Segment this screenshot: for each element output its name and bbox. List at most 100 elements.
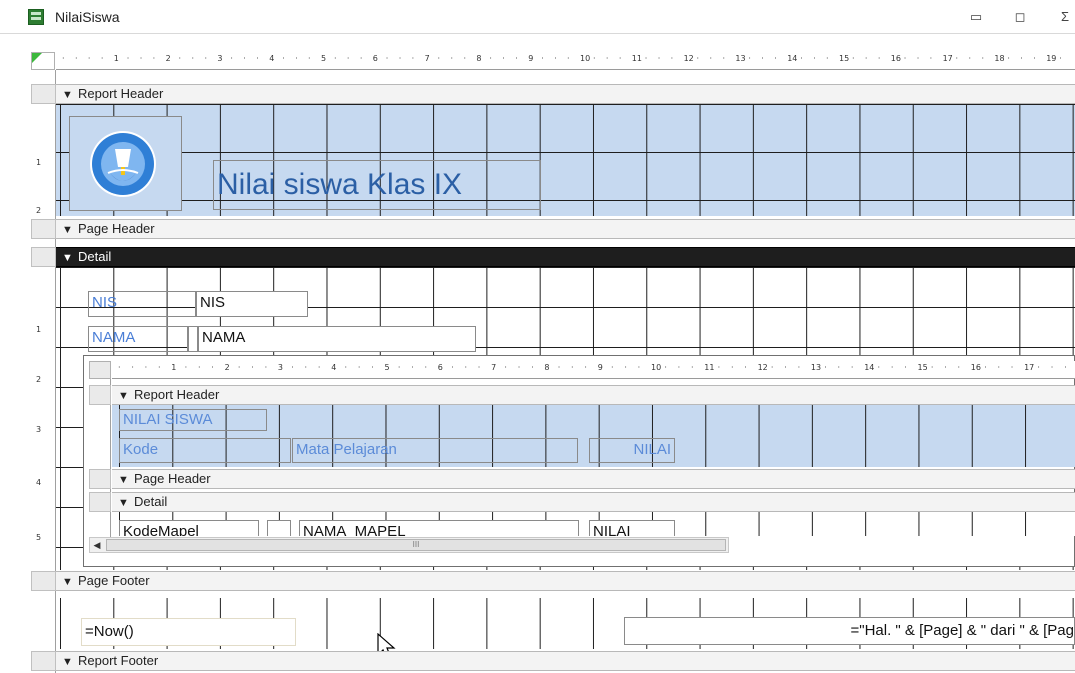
ruler-tick: · <box>424 363 428 372</box>
subreport-header-selector[interactable] <box>89 385 111 405</box>
page-header-bar[interactable]: ▼ Page Header <box>56 219 1075 239</box>
page-footer-area[interactable]: =Now() ="Hal. " & [Page] & " dari " & [P… <box>56 591 1075 649</box>
ruler-tick: · <box>157 363 161 372</box>
nilai-field[interactable]: NILAI <box>589 520 675 536</box>
nama-field[interactable]: NAMA <box>198 326 476 352</box>
subpage-header-bar[interactable]: ▼ Page Header <box>112 469 1075 489</box>
ruler-label: 1 <box>36 325 42 334</box>
ruler-tick: · <box>291 363 294 372</box>
ruler-tick: · <box>398 54 402 63</box>
detail-area[interactable]: NIS NIS NAMA NAMA · · · · 1 · · · 2 · · · 3 · · · 4 · · · 5 ·… <box>56 267 1075 570</box>
ruler-tick: · <box>903 54 907 63</box>
ruler-tick: · <box>605 54 609 63</box>
ruler-tick: · <box>611 363 614 372</box>
subdetail-area[interactable]: KodeMapel NAMA_MAPEL NILAI <box>112 512 1075 536</box>
page-footer-bar[interactable]: ▼ Page Footer <box>56 571 1075 591</box>
nis-label[interactable]: NIS <box>88 291 196 317</box>
report-header-selector[interactable] <box>31 84 56 104</box>
report-selector[interactable] <box>31 52 55 70</box>
ruler-tick: · <box>813 54 816 63</box>
nama-label[interactable]: NAMA <box>88 326 188 352</box>
subdetail-bar[interactable]: ▼ Detail <box>112 492 1075 512</box>
ruler-tick: · <box>304 363 308 372</box>
ruler-tick: · <box>797 363 801 372</box>
subreport-horizontal-scrollbar[interactable]: ◀ III <box>89 537 729 553</box>
ruler-tick: · <box>761 54 764 63</box>
ruler-tick: · <box>463 54 466 63</box>
subreport-title-label[interactable]: NILAI SISWA <box>119 409 267 431</box>
ruler-tick: · <box>670 54 674 63</box>
ruler-label: 5 <box>384 363 390 372</box>
section-arrow-icon: ▼ <box>118 497 129 509</box>
nilai-column-label[interactable]: NILAI <box>589 438 675 463</box>
ruler-label: 3 <box>217 54 223 63</box>
report-title-label[interactable]: Nilai siswa Klas IX <box>213 160 541 210</box>
ruler-tick: · <box>489 54 492 63</box>
page-footer-selector[interactable] <box>31 571 56 591</box>
ruler-tick: · <box>517 363 521 372</box>
subreport-selector[interactable] <box>89 361 111 379</box>
ruler-tick: · <box>139 54 143 63</box>
ruler-label: 4 <box>331 363 337 372</box>
access-report-icon <box>28 9 44 25</box>
ruler-tick: · <box>944 363 947 372</box>
nama-spacer <box>188 326 198 352</box>
ruler-tick: · <box>722 54 725 63</box>
ruler-tick: · <box>371 363 374 372</box>
kode-column-label[interactable]: Kode <box>119 438 291 463</box>
restore-button[interactable]: ◻ <box>1010 8 1030 26</box>
horizontal-ruler[interactable]: · · · · 1 · · · 2 · · · 3 · · · 4 · · · 5 · · · 6 · · · 7 · · · 8 · · · 9 · · ·… <box>56 52 1075 70</box>
section-arrow-icon: ▼ <box>62 656 73 668</box>
detail-label: Detail <box>78 249 112 264</box>
detail-bar[interactable]: ▼ Detail <box>56 247 1075 267</box>
subreport-header-label: Report Header <box>134 387 220 402</box>
ruler-label: 1 <box>171 363 177 372</box>
window-title-bar[interactable]: NilaiSiswa ▭ ◻ Σ <box>0 0 1075 34</box>
page-header-selector[interactable] <box>31 219 56 239</box>
report-header-area[interactable]: Nilai siswa Klas IX <box>56 104 1075 216</box>
page-footer-top-gap <box>56 591 1075 598</box>
detail-selector[interactable] <box>31 247 56 267</box>
ruler-tick: · <box>997 363 1000 372</box>
ruler-tick: · <box>637 363 641 372</box>
ruler-tick: · <box>197 363 201 372</box>
subreport-header-area[interactable]: NILAI SISWA Kode Mata Pelajaran NILAI <box>112 405 1075 467</box>
report-header-bar[interactable]: ▼ Report Header <box>56 84 1075 104</box>
ruler-tick: · <box>826 54 829 63</box>
page-number-expression-field[interactable]: ="Hal. " & [Page] & " dari " & [Pag <box>624 617 1075 645</box>
ruler-tick: · <box>74 54 78 63</box>
subreport-control[interactable]: · · · · 1 · · · 2 · · · 3 · · · 4 · · · 5 · · · 6 · · · 7 · · · 8 · · · 9 · · ·… <box>83 355 1075 567</box>
ruler-label: 17 <box>942 54 953 63</box>
report-footer-bar[interactable]: ▼ Report Footer <box>56 651 1075 671</box>
ruler-label: 15 <box>917 363 928 372</box>
subreport-horizontal-ruler[interactable]: · · · · 1 · · · 2 · · · 3 · · · 4 · · · 5 · · · 6 · · · 7 · · · 8 · · · 9 · · ·… <box>112 361 1075 379</box>
ruler-label: 19 <box>1046 54 1057 63</box>
ruler-tick: · <box>100 54 104 63</box>
ruler-tick: · <box>774 54 777 63</box>
ruler-tick: · <box>571 363 574 372</box>
scroll-left-arrow-icon[interactable]: ◀ <box>90 538 104 552</box>
ruler-tick: · <box>916 54 920 63</box>
report-footer-selector[interactable] <box>31 651 56 671</box>
subreport-header-bar[interactable]: ▼ Report Header <box>112 385 1075 405</box>
nama-mapel-field[interactable]: NAMA_MAPEL <box>299 520 579 536</box>
subdetail-selector[interactable] <box>89 492 111 512</box>
close-button[interactable]: Σ <box>1055 8 1075 26</box>
date-expression-field[interactable]: =Now() <box>81 618 296 646</box>
minimize-button[interactable]: ▭ <box>966 8 986 26</box>
subpage-header-selector[interactable] <box>89 469 111 489</box>
ruler-tick: · <box>251 363 254 372</box>
ruler-tick: · <box>657 54 661 63</box>
nis-field[interactable]: NIS <box>196 291 308 317</box>
ruler-label: 12 <box>683 54 694 63</box>
report-header-label: Report Header <box>78 86 164 101</box>
mapel-column-label[interactable]: Mata Pelajaran <box>292 438 578 463</box>
logo-image[interactable] <box>69 116 182 211</box>
school-emblem-icon <box>90 131 156 197</box>
ruler-label: 9 <box>528 54 534 63</box>
ruler-label: 2 <box>224 363 230 372</box>
kode-mapel-field[interactable]: KodeMapel <box>119 520 259 536</box>
ruler-tick: · <box>531 363 534 372</box>
ruler-tick: · <box>557 363 561 372</box>
scroll-thumb[interactable]: III <box>106 539 726 551</box>
